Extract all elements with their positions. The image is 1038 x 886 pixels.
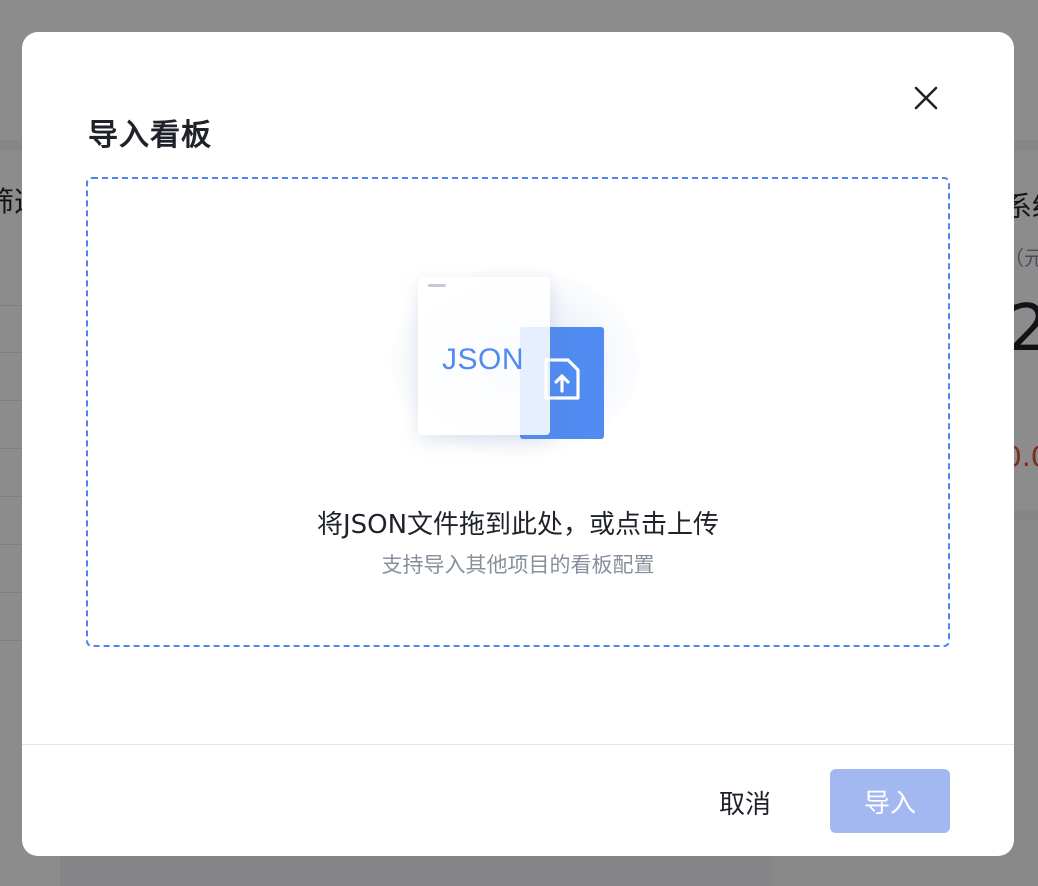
close-button[interactable] <box>908 80 944 116</box>
modal-title: 导入看板 <box>88 118 212 153</box>
import-dashboard-modal: 导入看板 JSON 将JSON文件拖到此处，或点击上传 支持导入其他项目的看板配… <box>22 32 1014 856</box>
json-file-illustration: JSON <box>380 237 650 477</box>
json-file-label: JSON <box>442 343 525 376</box>
dropzone-main-text: 将JSON文件拖到此处，或点击上传 <box>316 510 720 540</box>
json-file-card: JSON <box>418 277 550 435</box>
footer-divider <box>22 744 1014 745</box>
close-icon <box>914 86 938 110</box>
dropzone-hint-text: 支持导入其他项目的看板配置 <box>381 553 655 577</box>
file-card-line <box>428 284 446 287</box>
cancel-button[interactable]: 取消 <box>698 770 792 834</box>
import-button[interactable]: 导入 <box>830 769 950 833</box>
file-dropzone[interactable]: JSON 将JSON文件拖到此处，或点击上传 支持导入其他项目的看板配置 <box>86 177 950 647</box>
